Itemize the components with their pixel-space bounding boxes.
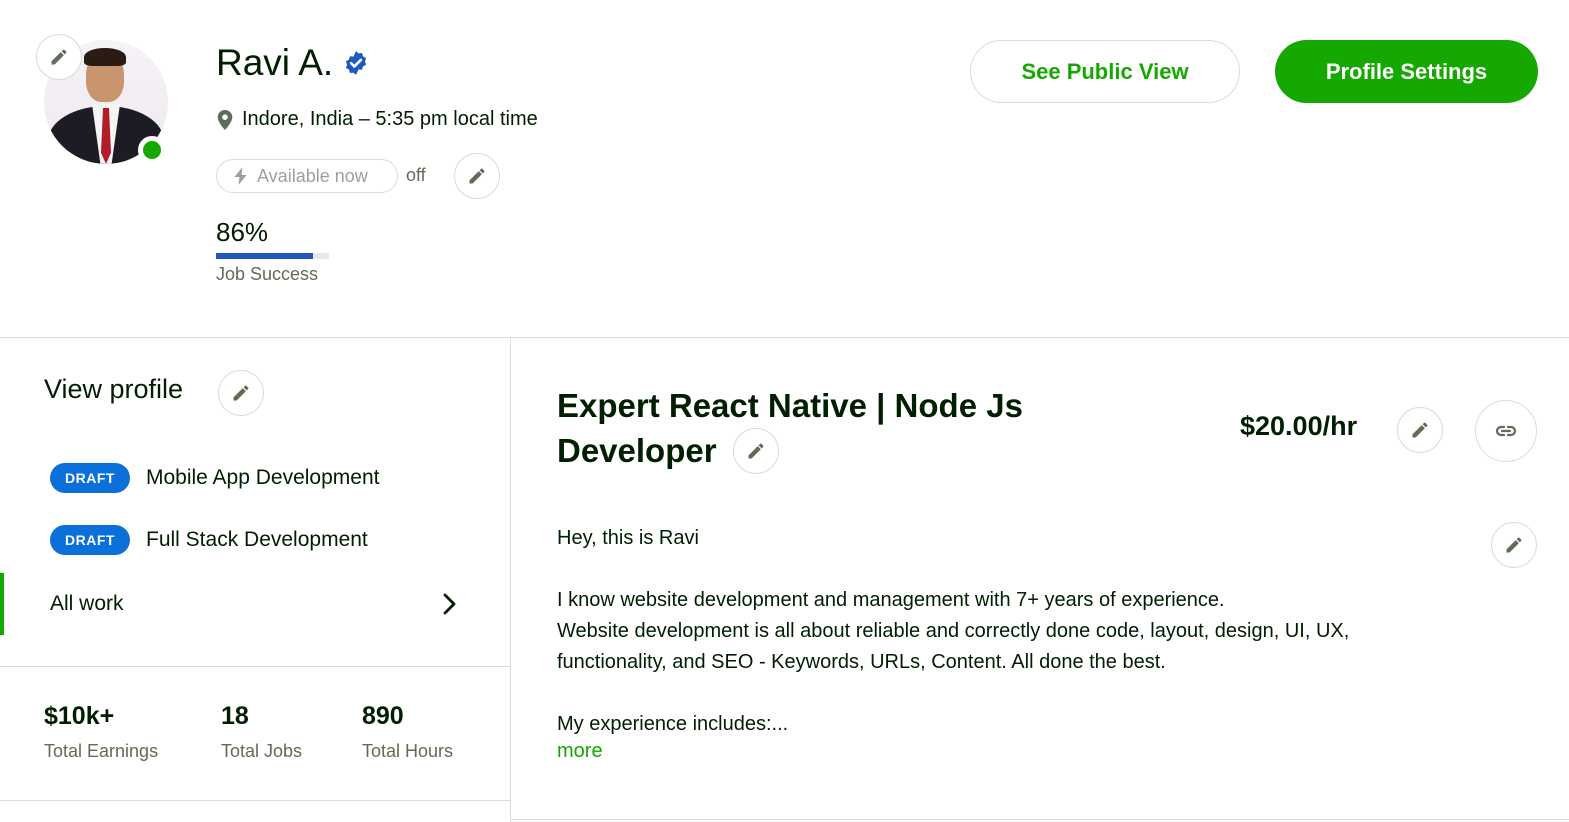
- pencil-icon: [469, 168, 485, 184]
- all-work-label: All work: [50, 592, 124, 615]
- bio-line: I know website development and managemen…: [557, 589, 1225, 611]
- stat-total-jobs: 18 Total Jobs: [221, 702, 302, 762]
- specialized-profile-label: Full Stack Development: [146, 528, 368, 551]
- edit-avatar-button[interactable]: [36, 34, 82, 80]
- bio-more-link[interactable]: more: [557, 740, 603, 763]
- see-public-view-button[interactable]: See Public View: [970, 40, 1240, 103]
- location-text: Indore, India – 5:35 pm local time: [242, 108, 538, 130]
- profile-title-line: Expert React Native | Node Js: [557, 387, 1023, 424]
- location-row: Indore, India – 5:35 pm local time: [216, 108, 538, 131]
- stat-value: $10k+: [44, 702, 115, 730]
- divider: [0, 666, 510, 667]
- chevron-right-icon: [443, 593, 456, 615]
- bio-greeting: Hey, this is Ravi: [557, 527, 699, 549]
- stat-value: 18: [221, 702, 249, 730]
- profile-title-line: Developer: [557, 432, 717, 469]
- specialized-profile-label: Mobile App Development: [146, 466, 380, 489]
- edit-availability-button[interactable]: [454, 153, 500, 199]
- edit-rate-button[interactable]: [1397, 407, 1443, 453]
- online-status-indicator: [138, 136, 166, 164]
- stat-label: Total Earnings: [44, 741, 159, 761]
- pencil-icon: [233, 385, 249, 401]
- stat-value: 890: [362, 702, 404, 730]
- active-indicator: [0, 573, 4, 635]
- profile-main: Expert React Native | Node Js Developer …: [511, 338, 1569, 822]
- draft-badge: DRAFT: [50, 525, 130, 555]
- pencil-icon: [748, 443, 764, 459]
- view-profile-heading: View profile: [44, 374, 184, 404]
- divider: [511, 819, 1569, 820]
- sidebar: View profile DRAFT Mobile App Developmen…: [0, 338, 511, 822]
- profile-name: Ravi A.: [216, 42, 334, 83]
- all-work-item[interactable]: All work: [0, 573, 510, 635]
- profile-header: Ravi A. Indore, India – 5:35 pm local ti…: [0, 0, 1569, 338]
- profile-title-row: Developer: [557, 428, 1077, 474]
- location-pin-icon: [217, 109, 233, 130]
- specialized-profile-full-stack[interactable]: DRAFT Full Stack Development: [50, 525, 368, 555]
- profile-name-row: Ravi A.: [216, 42, 369, 84]
- availability-state: off: [406, 165, 426, 185]
- stat-total-hours: 890 Total Hours: [362, 702, 453, 762]
- pencil-icon: [1506, 537, 1522, 553]
- stat-label: Total Hours: [362, 741, 454, 761]
- profile-title: Expert React Native | Node Js Developer: [557, 384, 1077, 474]
- hourly-rate: $20.00/hr: [1240, 411, 1358, 441]
- bio-line: Website development is all about reliabl…: [557, 620, 1350, 642]
- job-success-bar: [216, 253, 329, 259]
- edit-bio-button[interactable]: [1491, 522, 1537, 568]
- pencil-icon: [51, 49, 67, 65]
- profile-bio: Hey, this is Ravi I know website develop…: [557, 523, 1477, 740]
- job-success-label: Job Success: [216, 264, 319, 284]
- availability-label: Available now: [257, 165, 368, 186]
- verified-badge-icon: [346, 51, 367, 75]
- copy-link-button[interactable]: [1475, 400, 1537, 462]
- stat-label: Total Jobs: [221, 741, 303, 761]
- job-success-bar-fill: [216, 253, 314, 259]
- edit-title-button[interactable]: [732, 428, 779, 474]
- pencil-icon: [1412, 422, 1428, 438]
- job-success-value: 86%: [216, 217, 269, 247]
- edit-view-profile-button[interactable]: [218, 370, 264, 416]
- link-icon: [1495, 425, 1517, 437]
- profile-settings-button[interactable]: Profile Settings: [1275, 40, 1538, 103]
- bio-line: My experience includes:...: [557, 713, 789, 735]
- bio-line: functionality, and SEO - Keywords, URLs,…: [557, 651, 1166, 673]
- specialized-profile-mobile-app[interactable]: DRAFT Mobile App Development: [50, 463, 379, 493]
- draft-badge: DRAFT: [50, 463, 130, 493]
- divider: [0, 800, 510, 801]
- availability-toggle[interactable]: Available now: [216, 159, 398, 193]
- lightning-icon: [234, 167, 247, 185]
- stat-total-earnings: $10k+ Total Earnings: [44, 702, 158, 762]
